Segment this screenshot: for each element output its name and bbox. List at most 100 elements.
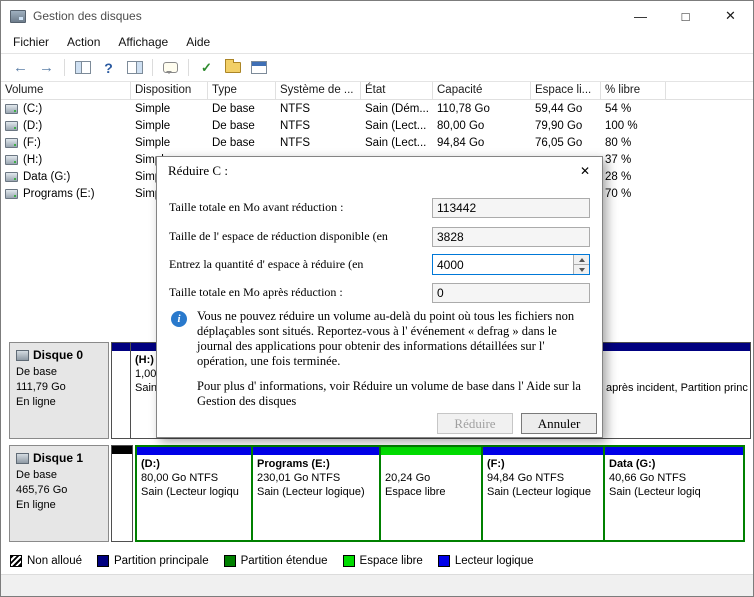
- cell-volume: (H:): [1, 151, 131, 168]
- legend-swatch-extended: [223, 555, 236, 567]
- spinner-up-button[interactable]: [574, 255, 589, 264]
- volume-name: Data (G:): [23, 170, 71, 183]
- window-controls: — □ ✕: [618, 1, 753, 31]
- cell-espace: 76,05 Go: [535, 136, 583, 149]
- cell-espace: 79,90 Go: [535, 119, 583, 132]
- partition-status: [116, 484, 130, 498]
- label-total-before: Taille totale en Mo avant réduction :: [169, 200, 344, 214]
- volume-icon: [5, 137, 18, 148]
- disk-info-0[interactable]: Disque 0 De base 111,79 Go En ligne: [9, 342, 109, 439]
- action-pane-icon[interactable]: [123, 57, 146, 79]
- maximize-button[interactable]: □: [663, 1, 708, 31]
- spinner-down-button[interactable]: [574, 264, 589, 274]
- legend-swatch-unallocated: [10, 555, 22, 567]
- legend-item-free: Espace libre: [342, 555, 423, 567]
- toolbar: ← → ? ✓: [1, 53, 753, 82]
- partition-text: Programs (E:) 230,01 Go NTFS Sain (Lecteur…: [253, 455, 379, 499]
- disk-row-1: Disque 1 De base 465,76 Go En ligne (D:)…: [9, 445, 745, 542]
- partition-block[interactable]: [111, 342, 131, 439]
- legend-label: Lecteur logique: [454, 555, 534, 567]
- titlebar[interactable]: Gestion des disques — □ ✕: [1, 1, 753, 31]
- forward-icon[interactable]: →: [35, 57, 58, 79]
- partition-block[interactable]: [111, 445, 133, 542]
- cell-libre: 80 %: [605, 136, 632, 149]
- dialog-titlebar[interactable]: Réduire C : ✕: [157, 157, 602, 184]
- cell-volume: (D:): [1, 117, 131, 134]
- partition-size: [116, 470, 130, 484]
- help-icon[interactable]: ?: [97, 57, 120, 79]
- dialog-close-button[interactable]: ✕: [568, 157, 602, 184]
- partition-size: [606, 367, 748, 381]
- popup-help-icon[interactable]: [159, 57, 182, 79]
- shrink-amount-input[interactable]: [433, 255, 573, 274]
- partition-programs-e[interactable]: Programs (E:) 230,01 Go NTFS Sain (Lecteur…: [253, 447, 379, 540]
- volume-row-c[interactable]: (C:) Simple De base NTFS Sain (Dém... 110,78 …: [1, 100, 753, 117]
- partition-apr-s-incident-partition-princ[interactable]: après incident, Partition princ: [601, 342, 751, 439]
- partition-size: 80,00 Go NTFS: [141, 472, 219, 484]
- menu-affichage[interactable]: Affichage: [109, 33, 177, 51]
- legend: Non alloué Partition principale Partition …: [1, 548, 753, 574]
- legend-item-logical: Lecteur logique: [437, 555, 534, 567]
- partition-text: [112, 454, 132, 498]
- label-available-shrink: Taille de l' espace de réduction disponi…: [169, 229, 388, 243]
- field-row-amount: Entrez la quantité d' espace à réduire (…: [169, 254, 590, 275]
- folder-icon[interactable]: [221, 57, 244, 79]
- partition-status: Sain (Lecteur logique): [257, 486, 365, 498]
- partition-color-strip: [605, 447, 743, 455]
- triangle-down-icon: [578, 267, 585, 272]
- field-row-total-before: Taille totale en Mo avant réduction : 11…: [169, 197, 590, 218]
- cell-disposition: Simple: [135, 136, 171, 149]
- menu-action[interactable]: Action: [58, 33, 109, 51]
- column-header-type[interactable]: Type: [208, 82, 276, 99]
- spinner-buttons: [573, 255, 589, 274]
- cell-volume: (C:): [1, 100, 131, 117]
- partition-f[interactable]: (F:) 94,84 Go NTFS Sain (Lecteur logique: [483, 447, 603, 540]
- extended-partition: (D:) 80,00 Go NTFS Sain (Lecteur logiqu Pro…: [135, 445, 745, 542]
- disk-icon: [16, 350, 29, 361]
- column-header-capacite[interactable]: Capacité: [433, 82, 531, 99]
- column-header-volume[interactable]: Volume: [1, 82, 131, 99]
- back-icon[interactable]: ←: [9, 57, 32, 79]
- console-tree-icon[interactable]: [71, 57, 94, 79]
- partition-text: (F:) 94,84 Go NTFS Sain (Lecteur logique: [483, 455, 603, 499]
- cancel-button[interactable]: Annuler: [521, 413, 597, 434]
- volume-row-d[interactable]: (D:) Simple De base NTFS Sain (Lect... 80,00 …: [1, 117, 753, 134]
- partition-d[interactable]: (D:) 80,00 Go NTFS Sain (Lecteur logiqu: [137, 447, 251, 540]
- partition-espace-libre[interactable]: 20,24 Go Espace libre: [381, 447, 481, 540]
- cell-libre: 37 %: [605, 153, 632, 166]
- partition-status: Sain (Lecteur logiqu: [141, 486, 239, 498]
- shrink-button[interactable]: Réduire: [437, 413, 513, 434]
- shrink-amount-spinner: [432, 254, 590, 275]
- volume-icon: [5, 188, 18, 199]
- disk-management-window: Gestion des disques — □ ✕ Fichier Action…: [0, 0, 754, 597]
- volume-row-f[interactable]: (F:) Simple De base NTFS Sain (Lect... 94,84 …: [1, 134, 753, 151]
- volume-icon: [5, 154, 18, 165]
- minimize-button[interactable]: —: [618, 1, 663, 31]
- menubar: Fichier Action Affichage Aide: [1, 31, 753, 53]
- column-header-etat[interactable]: État: [361, 82, 433, 99]
- column-header-fs[interactable]: Système de ...: [276, 82, 361, 99]
- statusbar: [1, 574, 753, 596]
- cell-disposition: Simple: [135, 102, 171, 115]
- legend-label: Partition étendue: [240, 555, 328, 567]
- cell-volume: Data (G:): [1, 168, 131, 185]
- volume-table-header: Volume Disposition Type Système de ... État C…: [1, 82, 753, 100]
- toolbar-separator: [64, 59, 65, 76]
- column-header-libre[interactable]: % libre: [601, 82, 666, 99]
- column-header-disposition[interactable]: Disposition: [131, 82, 208, 99]
- close-button[interactable]: ✕: [708, 1, 753, 31]
- partition-status: Espace libre: [385, 486, 446, 498]
- partition-data-g[interactable]: Data (G:) 40,66 Go NTFS Sain (Lecteur logi…: [605, 447, 743, 540]
- check-icon[interactable]: ✓: [195, 57, 218, 79]
- cell-capacite: 94,84 Go: [437, 136, 485, 149]
- cell-fs: NTFS: [280, 119, 311, 132]
- value-total-before: 113442: [432, 197, 590, 218]
- menu-aide[interactable]: Aide: [177, 33, 219, 51]
- console-window-icon[interactable]: [247, 57, 270, 79]
- check-glyph: ✓: [201, 59, 212, 75]
- partition-label: Data (G:): [609, 458, 656, 470]
- disk-info-1[interactable]: Disque 1 De base 465,76 Go En ligne: [9, 445, 109, 542]
- menu-fichier[interactable]: Fichier: [4, 33, 58, 51]
- triangle-up-icon: [578, 257, 585, 262]
- column-header-espace[interactable]: Espace li...: [531, 82, 601, 99]
